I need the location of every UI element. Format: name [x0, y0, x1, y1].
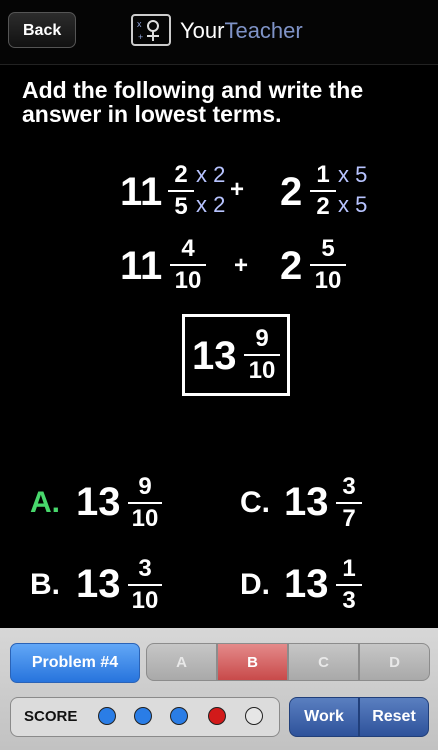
- choice-b-num: 3: [138, 555, 152, 582]
- question-text: Add the following and write the answer i…: [22, 77, 364, 127]
- step1-whole1: 11: [120, 170, 163, 214]
- step1-num1: 2: [174, 161, 188, 188]
- step1-mult-den1: x 2: [196, 192, 226, 217]
- choice-c-den: 7: [342, 505, 356, 532]
- choice-c-fraction[interactable]: 3 7: [336, 474, 362, 532]
- choice-b-whole[interactable]: 13: [76, 564, 121, 604]
- fraction-bar: [310, 190, 336, 192]
- yourteacher-logo-icon: x +: [131, 14, 171, 46]
- choice-c-num: 3: [342, 473, 356, 500]
- step1-mult-den2: x 5: [338, 192, 368, 217]
- step2-num2: 5: [321, 235, 335, 262]
- work-button[interactable]: Work: [289, 697, 359, 737]
- answer-tab-d[interactable]: D: [359, 643, 430, 681]
- score-dot-1: [98, 707, 116, 725]
- score-dot-5: [245, 707, 263, 725]
- fraction-bar: [336, 502, 362, 504]
- choice-d-num: 1: [342, 555, 356, 582]
- brand-title: YourTeacher: [180, 18, 303, 44]
- fraction-bar: [244, 354, 280, 356]
- fraction-bar: [336, 584, 362, 586]
- score-dot-2: [134, 707, 152, 725]
- result-whole: 13: [192, 334, 237, 378]
- step1-num2: 1: [316, 161, 330, 188]
- fraction-bar: [310, 264, 346, 266]
- fraction-bar: [128, 584, 162, 586]
- result-num: 9: [255, 325, 269, 352]
- choice-d-fraction[interactable]: 1 3: [336, 556, 362, 614]
- answer-tab-c[interactable]: C: [288, 643, 359, 681]
- step2-plus: +: [234, 252, 249, 279]
- fraction-bar: [170, 264, 206, 266]
- choice-b-letter[interactable]: B.: [30, 568, 60, 602]
- choice-b-den: 10: [131, 587, 159, 614]
- choice-b-fraction[interactable]: 3 10: [128, 556, 162, 614]
- step2-whole1: 11: [120, 244, 163, 288]
- step2-fraction1: 4 10: [170, 236, 206, 294]
- back-button[interactable]: Back: [8, 12, 76, 48]
- choice-a-whole[interactable]: 13: [76, 482, 121, 522]
- choice-c-letter[interactable]: C.: [240, 486, 270, 520]
- step2-den2: 10: [314, 267, 342, 294]
- svg-text:+: +: [138, 32, 143, 42]
- result-den: 10: [248, 357, 276, 384]
- brand-your: Your: [180, 18, 225, 43]
- reset-button[interactable]: Reset: [359, 697, 429, 737]
- step1-whole2: 2: [280, 170, 303, 214]
- step1-mult-num1: x 2: [196, 162, 226, 187]
- step1-fraction1: 2 5: [168, 162, 194, 220]
- result-fraction: 9 10: [244, 326, 280, 384]
- score-label: SCORE: [24, 708, 78, 725]
- fraction-bar: [128, 502, 162, 504]
- problem-button[interactable]: Problem #4: [10, 643, 140, 683]
- choice-d-den: 3: [342, 587, 356, 614]
- svg-text:x: x: [137, 19, 142, 29]
- choice-d-whole[interactable]: 13: [284, 564, 329, 604]
- score-dot-4: [208, 707, 226, 725]
- choice-a-den: 10: [131, 505, 159, 532]
- fraction-bar: [168, 190, 194, 192]
- brand-teacher: Teacher: [224, 18, 303, 43]
- choice-a-fraction[interactable]: 9 10: [128, 474, 162, 532]
- nav-bar: Back x + YourTeacher: [0, 0, 438, 65]
- choice-c-whole[interactable]: 13: [284, 482, 329, 522]
- step2-den1: 10: [174, 267, 202, 294]
- choice-d-letter[interactable]: D.: [240, 568, 270, 602]
- answer-tab-a[interactable]: A: [146, 643, 217, 681]
- step2-fraction2: 5 10: [310, 236, 346, 294]
- answer-tab-b[interactable]: B: [217, 643, 288, 681]
- choice-a-letter[interactable]: A.: [30, 486, 60, 520]
- step1-mult-num2: x 5: [338, 162, 368, 187]
- step1-den1: 5: [174, 193, 188, 220]
- step2-whole2: 2: [280, 244, 303, 288]
- step1-den2: 2: [316, 193, 330, 220]
- step1-plus: +: [230, 176, 245, 203]
- choice-a-num: 9: [138, 473, 152, 500]
- step1-fraction2: 1 2: [310, 162, 336, 220]
- score-dot-3: [170, 707, 188, 725]
- step2-num1: 4: [181, 235, 195, 262]
